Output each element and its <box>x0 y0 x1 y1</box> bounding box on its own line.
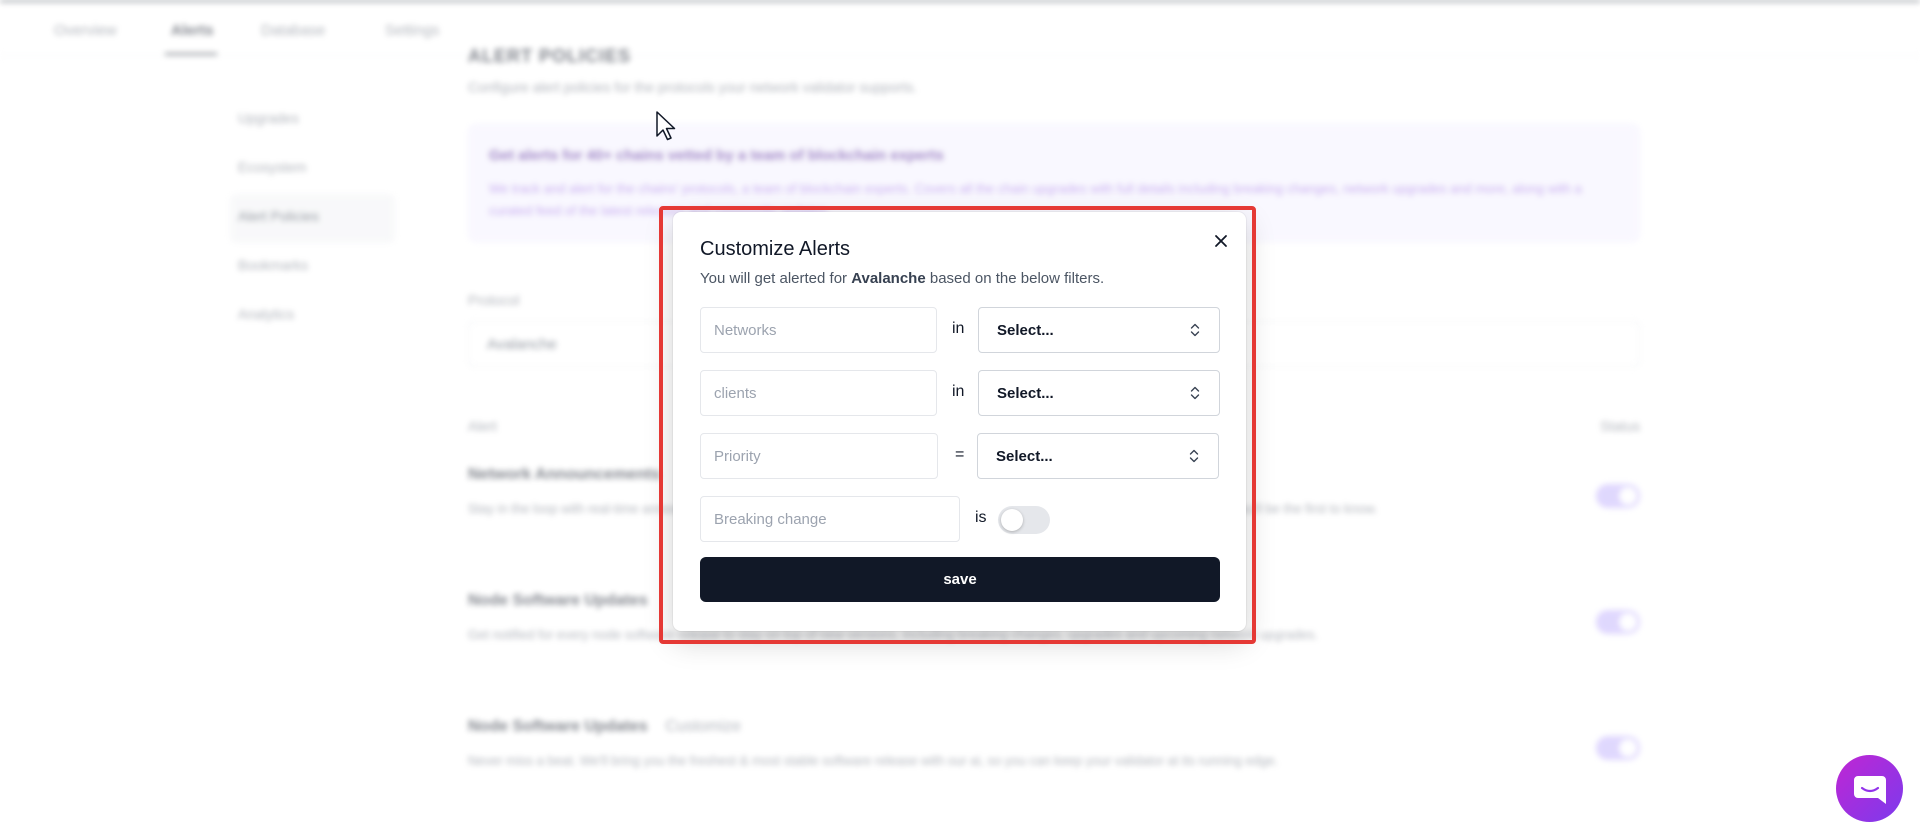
chat-widget-button[interactable] <box>1836 755 1903 822</box>
clients-field[interactable]: clients <box>700 370 937 416</box>
mouse-pointer-icon <box>656 111 676 141</box>
operator-in: in <box>952 320 965 337</box>
toggle-knob <box>1001 509 1023 531</box>
clients-select[interactable]: Select... <box>978 370 1220 416</box>
close-button[interactable] <box>1209 229 1233 253</box>
chevron-up-down-icon <box>1189 449 1199 463</box>
select-value: Select... <box>996 447 1053 465</box>
save-button[interactable]: save <box>700 557 1220 602</box>
close-icon <box>1215 235 1227 247</box>
operator-is: is <box>975 509 987 526</box>
chevron-up-down-icon <box>1190 386 1200 400</box>
breaking-change-field[interactable]: Breaking change <box>700 496 960 542</box>
subtitle-protocol: Avalanche <box>851 270 926 287</box>
operator-in: in <box>952 383 965 400</box>
chevron-up-down-icon <box>1190 323 1200 337</box>
modal-subtitle: You will get alerted for Avalanche based… <box>700 270 1104 287</box>
networks-select[interactable]: Select... <box>978 307 1220 353</box>
chat-bubble-icon <box>1853 775 1886 804</box>
modal-title: Customize Alerts <box>700 238 851 260</box>
select-value: Select... <box>997 384 1054 402</box>
subtitle-suffix: based on the below filters. <box>925 270 1105 287</box>
customize-alerts-modal: Customize Alerts You will get alerted fo… <box>673 212 1246 631</box>
operator-equals: = <box>955 446 965 463</box>
select-value: Select... <box>997 321 1054 339</box>
subtitle-prefix: You will get alerted for <box>700 270 852 287</box>
priority-select[interactable]: Select... <box>977 433 1219 479</box>
breaking-change-toggle[interactable] <box>998 506 1050 534</box>
networks-field[interactable]: Networks <box>700 307 937 353</box>
priority-field[interactable]: Priority <box>700 433 938 479</box>
